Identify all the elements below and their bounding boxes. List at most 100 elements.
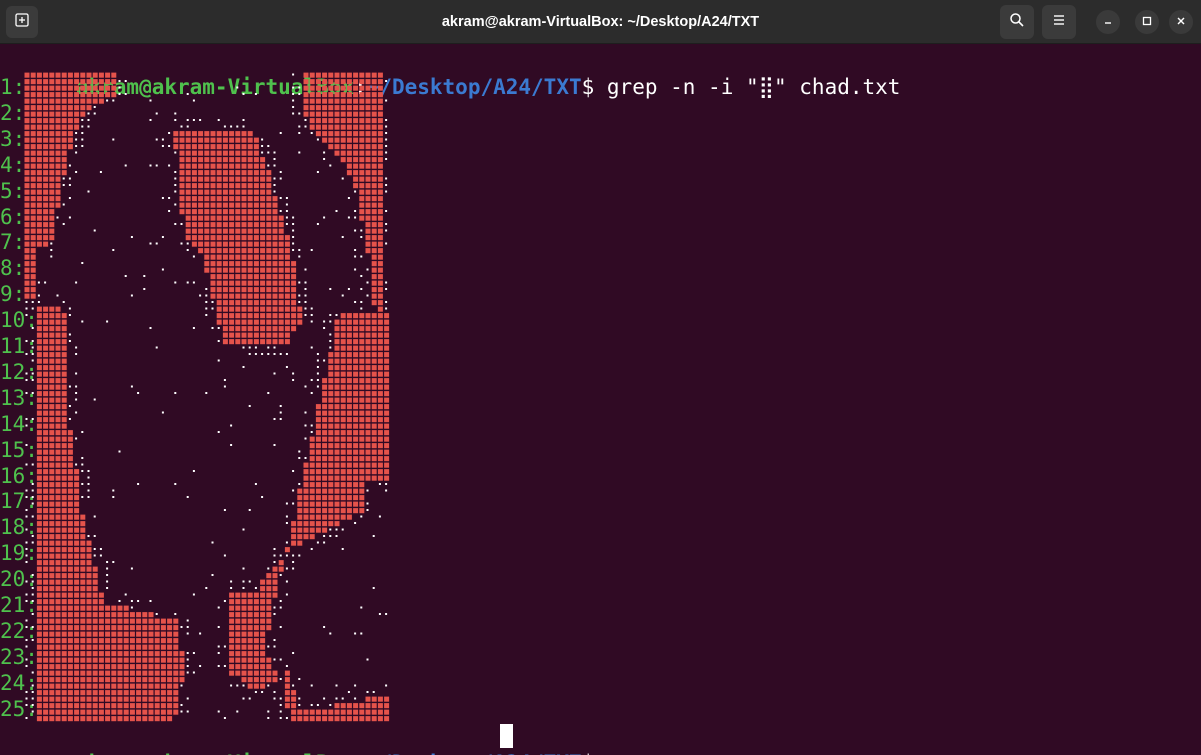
art-cell: [61, 163, 67, 169]
art-cell: [346, 79, 352, 85]
art-cell: [266, 248, 272, 254]
art-cell: [36, 85, 42, 91]
art-cell: [241, 651, 247, 657]
art-dot: [205, 294, 208, 297]
art-cell: [67, 469, 73, 475]
art-cell: [30, 183, 36, 189]
art-cell: [340, 371, 346, 377]
art-dot: [81, 132, 84, 134]
art-cell: [253, 625, 259, 631]
art-cell: [340, 365, 346, 371]
close-button[interactable]: [1169, 10, 1193, 34]
art-cell: [247, 131, 253, 137]
art-dot: [31, 593, 34, 596]
art-cell: [322, 404, 328, 410]
art-dot: [292, 242, 295, 245]
art-cell: [86, 638, 92, 644]
art-cell: [253, 222, 259, 228]
art-cell: [241, 144, 247, 150]
art-cell: [98, 72, 104, 78]
art-cell: [334, 332, 340, 338]
art-cell: [43, 222, 49, 228]
art-dot: [205, 301, 208, 303]
minimize-button[interactable]: [1096, 10, 1120, 34]
art-cell: [334, 98, 340, 104]
art-dot: [25, 418, 28, 420]
art-cell: [36, 176, 42, 182]
art-cell: [284, 267, 290, 273]
art-cell: [340, 475, 346, 481]
art-cell: [43, 157, 49, 163]
art-cell: [229, 228, 235, 234]
art-cell: [322, 131, 328, 137]
art-cell: [67, 677, 73, 683]
art-cell: [340, 397, 346, 403]
art-cell: [67, 85, 73, 91]
art-cell: [334, 410, 340, 416]
art-cell: [98, 79, 104, 85]
art-dot: [323, 320, 326, 323]
art-cell: [30, 267, 36, 273]
art-cell: [136, 625, 142, 631]
art-cell: [365, 423, 371, 429]
art-cell: [49, 488, 55, 494]
art-dot: [285, 665, 288, 667]
art-cell: [43, 703, 49, 709]
terminal-content[interactable]: akram@akram-VirtualBox:~/Desktop/A24/TXT…: [0, 44, 1201, 755]
art-cell: [61, 638, 67, 644]
art-dot: [279, 678, 282, 680]
art-cell: [334, 72, 340, 78]
art-cell: [61, 358, 67, 364]
art-cell: [346, 150, 352, 156]
art-dot: [279, 658, 282, 661]
art-cell: [328, 404, 334, 410]
art-cell: [49, 696, 55, 702]
art-cell: [284, 670, 290, 676]
search-button[interactable]: [1000, 5, 1034, 39]
art-cell: [43, 605, 49, 611]
art-cell: [136, 618, 142, 624]
art-cell: [315, 436, 321, 442]
art-cell: [49, 339, 55, 345]
maximize-button[interactable]: [1135, 10, 1159, 34]
art-cell: [371, 365, 377, 371]
art-cell: [241, 131, 247, 137]
art-cell: [222, 228, 228, 234]
art-cell: [129, 631, 135, 637]
art-cell: [384, 436, 390, 442]
art-cell: [24, 254, 30, 260]
art-cell: [346, 365, 352, 371]
art-cell: [204, 150, 210, 156]
art-dot: [31, 580, 34, 583]
art-cell: [359, 183, 365, 189]
art-cell: [340, 332, 346, 338]
art-cell: [36, 703, 42, 709]
art-cell: [111, 618, 117, 624]
art-cell: [340, 352, 346, 358]
art-dot: [316, 223, 319, 225]
art-cell: [204, 144, 210, 150]
art-cell: [55, 469, 61, 475]
art-cell: [154, 651, 160, 657]
art-dot: [192, 652, 195, 654]
art-dot: [242, 580, 245, 583]
art-cell: [191, 215, 197, 221]
art-dot: [68, 418, 71, 420]
art-cell: [365, 189, 371, 195]
art-cell: [179, 651, 185, 657]
art-cell: [365, 79, 371, 85]
art-cell: [61, 495, 67, 501]
art-dot: [292, 216, 295, 219]
menu-button[interactable]: [1042, 5, 1076, 39]
art-cell: [55, 625, 61, 631]
art-cell: [365, 430, 371, 436]
art-cell: [334, 456, 340, 462]
art-cell: [272, 339, 278, 345]
art-cell: [36, 79, 42, 85]
art-dot: [273, 554, 276, 557]
art-cell: [36, 339, 42, 345]
art-dot: [168, 164, 171, 167]
art-cell: [384, 326, 390, 332]
art-cell: [117, 644, 123, 650]
art-cell: [210, 150, 216, 156]
